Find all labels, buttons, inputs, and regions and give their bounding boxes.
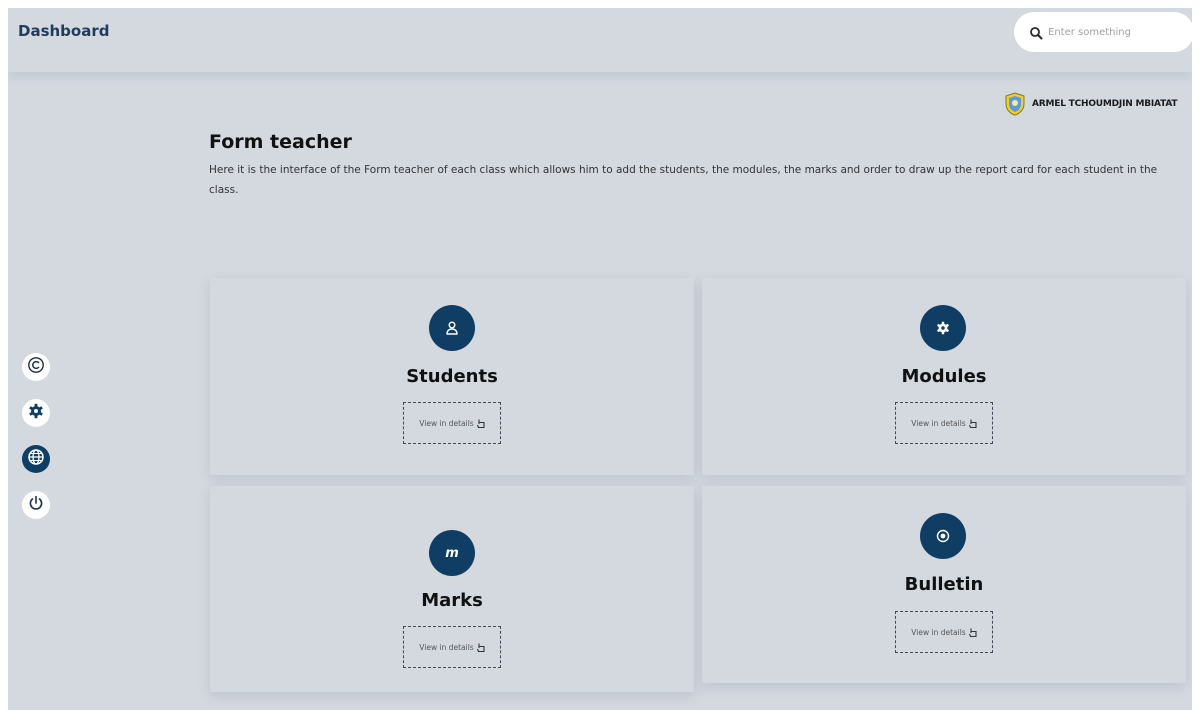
sidebar-item-settings[interactable] [22,399,50,427]
bulletin-card: Bulletin View in details [702,486,1186,683]
svg-text:m: m [445,546,459,561]
pointer-hand-icon [476,419,485,428]
modules-card: Modules View in details [702,278,1186,475]
top-bar: Dashboard [8,8,1192,72]
globe-icon [27,448,45,470]
button-label: View in details [419,418,474,428]
page-description: Here it is the interface of the Form tea… [209,164,1158,196]
school-logo-icon [1004,92,1026,116]
sidebar-item-logout[interactable] [22,491,50,519]
students-title: Students [406,366,498,387]
gear-icon [920,305,966,351]
sidebar-item-copyright[interactable] [22,353,50,381]
pointer-hand-icon [968,628,977,637]
modules-title: Modules [901,366,987,387]
modules-view-details-button[interactable]: View in details [895,402,993,444]
pointer-hand-icon [968,419,977,428]
record-icon [920,513,966,559]
marks-view-details-button[interactable]: View in details [403,626,501,668]
dashboard-title[interactable]: Dashboard [18,22,109,40]
user-icon [429,305,475,351]
button-label: View in details [911,627,966,637]
marks-card: m Marks View in details [210,486,694,692]
sidebar-item-globe[interactable] [22,445,50,473]
marks-title: Marks [421,590,483,611]
students-card: Students View in details [210,278,694,475]
power-icon [27,494,45,516]
user-name: ARMEL TCHOUMDJIN MBIATAT [1032,99,1178,109]
students-view-details-button[interactable]: View in details [403,402,501,444]
pointer-hand-icon [476,643,485,652]
search-box[interactable] [1014,12,1192,52]
page-title: Form teacher [209,131,352,153]
user-profile[interactable]: ARMEL TCHOUMDJIN MBIATAT [1004,91,1178,117]
bulletin-title: Bulletin [904,574,984,595]
button-label: View in details [911,418,966,428]
button-label: View in details [419,642,474,652]
search-input[interactable] [1048,26,1168,38]
copyright-icon [27,356,45,378]
app-window: Dashboard ARMEL TCHOUMDJIN MBIATAT [8,8,1192,710]
gear-icon [28,403,44,423]
intro-section: Form teacher Here it is the interface of… [209,130,1179,200]
bulletin-view-details-button[interactable]: View in details [895,611,993,653]
m-letter-icon: m [429,530,475,576]
search-icon [1029,25,1043,40]
